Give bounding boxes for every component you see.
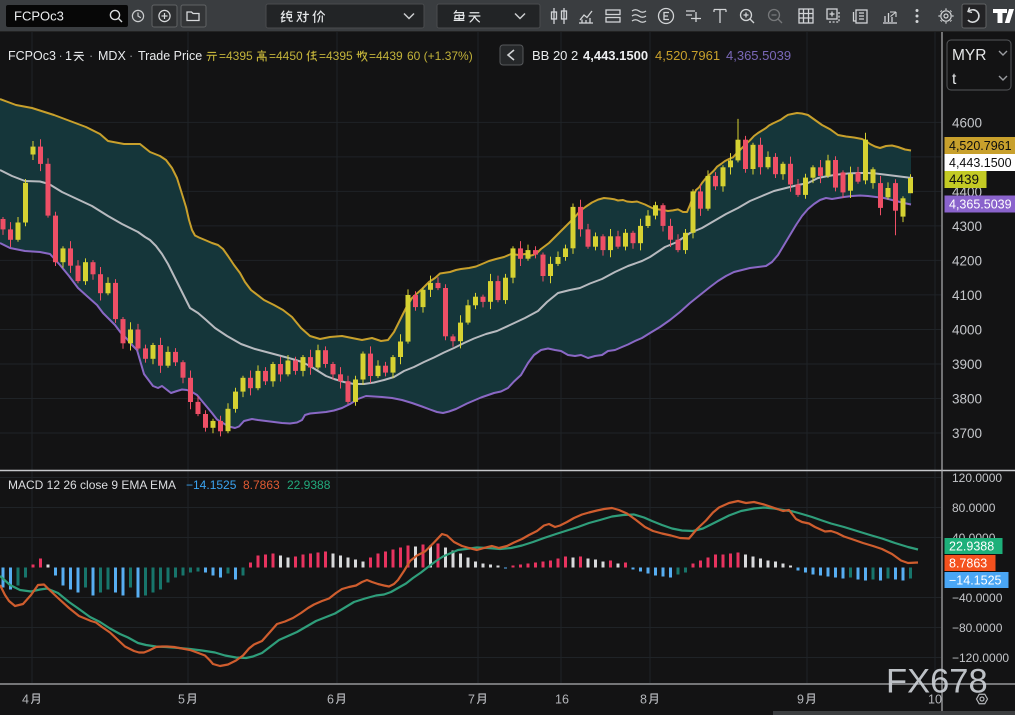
svg-text:5: 5: [178, 693, 185, 707]
svg-text:4,365.5039: 4,365.5039: [726, 48, 791, 63]
svg-text:9: 9: [797, 693, 804, 707]
svg-text:4,365.5039: 4,365.5039: [949, 198, 1012, 212]
svg-text:=4395: =4395: [219, 49, 253, 63]
svg-text:7: 7: [468, 693, 475, 707]
svg-text:−14.1525: −14.1525: [186, 478, 237, 492]
svg-text:4,520.7961: 4,520.7961: [949, 139, 1012, 153]
svg-text:80.0000: 80.0000: [952, 501, 996, 515]
svg-text:3700: 3700: [952, 426, 982, 441]
svg-text:−120.0000: −120.0000: [952, 651, 1009, 665]
svg-text:1: 1: [65, 49, 72, 63]
svg-text:16: 16: [555, 693, 569, 707]
svg-text:4439: 4439: [949, 172, 979, 187]
svg-text:120.0000: 120.0000: [952, 471, 1002, 485]
svg-text:4,443.1500: 4,443.1500: [583, 48, 648, 63]
svg-text:4,443.1500: 4,443.1500: [949, 156, 1012, 170]
svg-text:·: ·: [59, 49, 63, 63]
svg-text:=4450: =4450: [269, 49, 303, 63]
svg-text:22.9388: 22.9388: [949, 540, 994, 554]
svg-text:4200: 4200: [952, 253, 982, 268]
svg-text:MYR: MYR: [952, 47, 986, 64]
svg-text:t: t: [952, 71, 957, 88]
svg-text:4600: 4600: [952, 115, 982, 130]
svg-text:8.7863: 8.7863: [949, 557, 987, 571]
svg-text:4000: 4000: [952, 323, 982, 338]
svg-text:4100: 4100: [952, 288, 982, 303]
svg-text:−40.0000: −40.0000: [952, 591, 1003, 605]
svg-text:4: 4: [22, 693, 29, 707]
svg-text:22.9388: 22.9388: [287, 478, 331, 492]
svg-text:=4395: =4395: [319, 49, 353, 63]
svg-text:MACD 12 26 close 9 EMA EMA: MACD 12 26 close 9 EMA EMA: [8, 478, 176, 492]
svg-text:BB 20 2: BB 20 2: [532, 48, 578, 63]
svg-text:8.7863: 8.7863: [243, 478, 280, 492]
svg-text:10: 10: [928, 693, 942, 707]
svg-text:·: ·: [89, 49, 93, 63]
svg-text:=4439: =4439: [369, 49, 403, 63]
svg-text:·: ·: [129, 49, 133, 63]
svg-text:6: 6: [327, 693, 334, 707]
svg-text:−80.0000: −80.0000: [952, 621, 1003, 635]
svg-text:FCPOc3: FCPOc3: [8, 49, 56, 63]
svg-text:3800: 3800: [952, 392, 982, 407]
svg-text:Trade Price: Trade Price: [138, 49, 202, 63]
svg-text:FCPOc3: FCPOc3: [14, 9, 64, 24]
svg-text:3900: 3900: [952, 357, 982, 372]
svg-text:4300: 4300: [952, 219, 982, 234]
svg-text:60 (+1.37%): 60 (+1.37%): [407, 49, 473, 63]
svg-text:−14.1525: −14.1525: [949, 574, 1002, 588]
svg-text:MDX: MDX: [98, 49, 126, 63]
svg-text:4,520.7961: 4,520.7961: [655, 48, 720, 63]
svg-text:8: 8: [640, 693, 647, 707]
